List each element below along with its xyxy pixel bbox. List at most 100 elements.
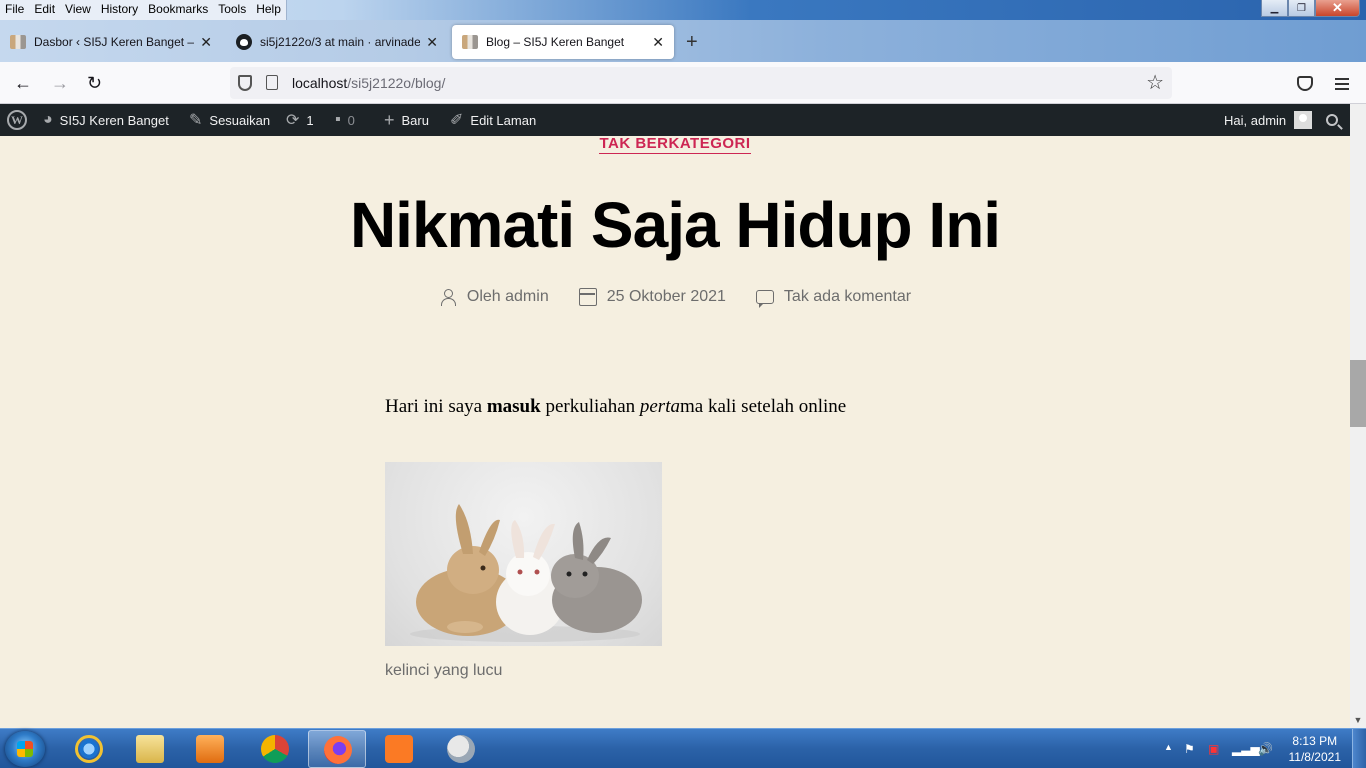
customize-link[interactable]: ✎ Sesuaikan: [189, 104, 270, 136]
tracking-shield-icon[interactable]: [238, 75, 252, 91]
chrome-icon: [261, 735, 289, 763]
comments-link[interactable]: ▪ 0: [335, 104, 355, 136]
window-titlebar: File Edit View History Bookmarks Tools H…: [0, 0, 1366, 20]
volume-icon[interactable]: 🔊: [1258, 742, 1273, 756]
minimize-button[interactable]: ▁: [1261, 0, 1288, 17]
edit-page-label: Edit Laman: [470, 112, 537, 128]
menu-tools[interactable]: Tools: [213, 0, 251, 20]
menu-help[interactable]: Help: [251, 0, 286, 20]
restore-button[interactable]: ❐: [1288, 0, 1315, 17]
rabbit-favicon-icon: [10, 35, 26, 49]
taskbar-file-explorer[interactable]: [121, 730, 179, 768]
pocket-icon[interactable]: [1297, 76, 1313, 91]
close-tab-icon[interactable]: ✕: [426, 34, 438, 51]
post-comments: Tak ada komentar: [755, 288, 911, 308]
tab-github[interactable]: si5j2122o/3 at main · arvinadest ✕: [226, 25, 448, 59]
forward-arrow-icon[interactable]: →: [51, 72, 69, 94]
firefox-icon: [324, 736, 352, 764]
tab-dasbor[interactable]: Dasbor ‹ SI5J Keren Banget — W ✕: [0, 25, 222, 59]
tab-title: Blog – SI5J Keren Banget: [486, 35, 625, 49]
user-icon: [439, 288, 457, 306]
author-link[interactable]: Oleh admin: [467, 288, 549, 306]
gray-rabbit: [551, 522, 642, 633]
my-account-link[interactable]: Hai, admin: [1224, 104, 1313, 136]
tab-title: si5j2122o/3 at main · arvinadest: [260, 35, 421, 49]
tab-title: Dasbor ‹ SI5J Keren Banget — W: [34, 35, 194, 49]
url-text[interactable]: localhost/si5j2122o/blog/: [292, 75, 445, 91]
app-menu-icon[interactable]: [1335, 78, 1349, 80]
start-button[interactable]: [5, 731, 45, 767]
menu-bookmarks[interactable]: Bookmarks: [143, 0, 213, 20]
post-category: TAK BERKATEGORI: [0, 135, 1350, 154]
updates-link[interactable]: ⟳ 1: [286, 104, 314, 136]
edit-page-link[interactable]: ✐ Edit Laman: [450, 104, 536, 136]
menu-edit[interactable]: Edit: [29, 0, 60, 20]
window-controls: ▁ ❐ ✕: [1261, 0, 1360, 17]
plus-icon: +: [384, 109, 395, 130]
address-bar[interactable]: localhost/si5j2122o/blog/ ☆: [230, 67, 1172, 99]
date-link[interactable]: 25 Oktober 2021: [607, 288, 726, 306]
post-date: 25 Oktober 2021: [578, 288, 726, 306]
xampp-icon: [385, 735, 413, 763]
close-window-button[interactable]: ✕: [1315, 0, 1360, 17]
clock-time: 8:13 PM: [1292, 734, 1338, 748]
taskbar-internet-explorer[interactable]: [60, 730, 118, 768]
media-player-icon: [196, 735, 224, 763]
comment-bubble-icon: ▪: [335, 111, 341, 128]
post-title: Nikmati Saja Hidup Ini: [349, 189, 1001, 261]
post-author: Oleh admin: [439, 288, 549, 306]
menu-file[interactable]: File: [0, 0, 29, 20]
xampp-tray-icon[interactable]: ▣: [1208, 742, 1219, 756]
paint-palette-icon: [447, 735, 475, 763]
new-tab-plus-icon[interactable]: +: [686, 31, 698, 54]
windows-taskbar: ▲ ⚑ ▣ ▂▃▅ 🔊 8:13 PM 11/8/2021: [0, 728, 1366, 768]
taskbar-chrome[interactable]: [246, 730, 304, 768]
github-icon: [236, 34, 252, 50]
taskbar-firefox[interactable]: [308, 730, 366, 768]
menu-bar: File Edit View History Bookmarks Tools H…: [0, 0, 287, 20]
comments-link[interactable]: Tak ada komentar: [784, 288, 911, 306]
system-clock[interactable]: 8:13 PM 11/8/2021: [1289, 733, 1342, 765]
tray-expand-icon[interactable]: ▲: [1164, 742, 1173, 752]
bookmark-star-icon[interactable]: ☆: [1146, 70, 1164, 95]
network-signal-icon[interactable]: ▂▃▅: [1232, 742, 1260, 756]
tab-blog[interactable]: Blog – SI5J Keren Banget ✕: [452, 25, 674, 59]
menu-history[interactable]: History: [96, 0, 143, 20]
search-icon: [1326, 114, 1338, 126]
admin-search-button[interactable]: [1326, 104, 1338, 136]
comments-count: 0: [347, 112, 355, 128]
new-content-link[interactable]: + Baru: [384, 104, 429, 136]
dashboard-gauge-icon: ◕: [43, 111, 53, 128]
taskbar-media-player[interactable]: [181, 730, 239, 768]
menu-view[interactable]: View: [60, 0, 96, 20]
taskbar-xampp[interactable]: [370, 730, 428, 768]
post-body-paragraph: Hari ini saya masuk perkuliahan pertama …: [385, 396, 847, 417]
site-name-link[interactable]: ◕ SI5J Keren Banget: [43, 104, 169, 136]
customize-label: Sesuaikan: [209, 112, 271, 128]
image-caption: kelinci yang lucu: [385, 662, 503, 679]
close-tab-icon[interactable]: ✕: [652, 34, 664, 51]
category-link[interactable]: TAK BERKATEGORI: [599, 135, 751, 154]
rabbit-favicon-icon: [462, 35, 478, 49]
site-name-label: SI5J Keren Banget: [59, 112, 169, 128]
show-desktop-button[interactable]: [1352, 729, 1366, 768]
page-info-icon[interactable]: [266, 75, 278, 90]
rabbits-image: [385, 462, 662, 646]
internet-explorer-icon: [75, 735, 103, 763]
reload-icon[interactable]: ↻: [87, 72, 102, 94]
system-tray: ▲ ⚑ ▣ ▂▃▅ 🔊 8:13 PM 11/8/2021: [1156, 729, 1366, 768]
taskbar-paint[interactable]: [432, 730, 490, 768]
tab-strip: Dasbor ‹ SI5J Keren Banget — W ✕ si5j212…: [0, 20, 1366, 62]
wordpress-logo-icon[interactable]: W: [7, 104, 27, 136]
greeting-label: Hai, admin: [1224, 112, 1287, 128]
scroll-down-arrow-icon[interactable]: ▼: [1350, 712, 1366, 728]
clock-date: 11/8/2021: [1288, 750, 1342, 764]
close-tab-icon[interactable]: ✕: [200, 34, 212, 51]
calendar-icon: [578, 288, 597, 306]
action-center-flag-icon[interactable]: ⚑: [1184, 742, 1195, 756]
comment-icon: [755, 290, 774, 308]
updates-refresh-icon: ⟳: [286, 112, 300, 129]
wp-admin-bar: W ◕ SI5J Keren Banget ✎ Sesuaikan ⟳ 1 ▪ …: [0, 104, 1350, 136]
scrollbar-thumb[interactable]: [1350, 360, 1366, 427]
back-arrow-icon[interactable]: ←: [14, 72, 32, 94]
